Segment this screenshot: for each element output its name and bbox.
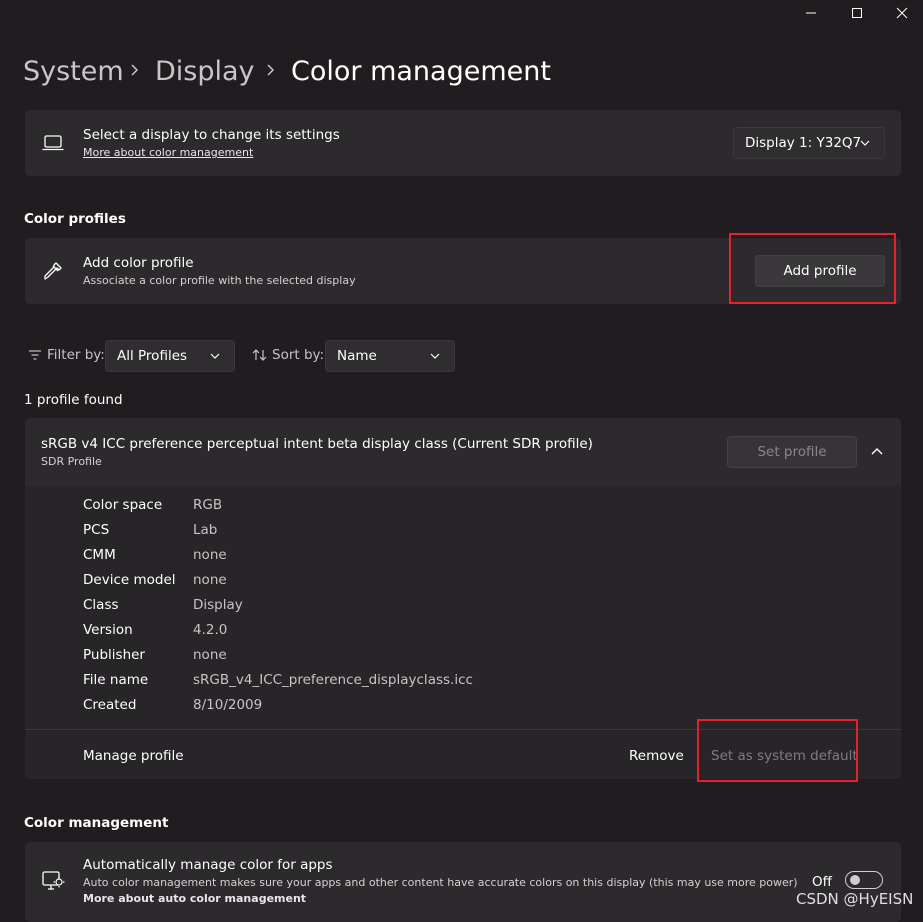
property-label: Created xyxy=(83,697,137,713)
chevron-down-icon xyxy=(430,353,440,359)
close-icon xyxy=(896,7,908,19)
monitor-color-icon xyxy=(42,871,65,890)
property-label: Class xyxy=(83,597,119,613)
eyedropper-icon xyxy=(44,262,62,280)
property-label: Device model xyxy=(83,572,176,588)
property-value: RGB xyxy=(193,497,223,513)
remove-button[interactable]: Remove xyxy=(629,748,684,764)
sort-icon xyxy=(252,349,267,361)
property-label: PCS xyxy=(83,522,110,538)
display-select-title: Select a display to change its settings xyxy=(83,127,340,143)
breadcrumb-display[interactable]: Display xyxy=(155,52,255,92)
filter-label: Filter by: xyxy=(47,347,105,363)
sort-label: Sort by: xyxy=(272,347,325,363)
add-color-profile-subtitle: Associate a color profile with the selec… xyxy=(83,274,356,287)
minimize-icon xyxy=(806,12,816,14)
property-label: Version xyxy=(83,622,133,638)
display-dropdown-value: Display 1: Y32Q7 xyxy=(745,135,862,151)
property-value: none xyxy=(193,547,227,563)
toggle-state-label: Off xyxy=(812,874,832,890)
maximize-button[interactable] xyxy=(834,0,880,26)
chevron-right-icon xyxy=(267,64,275,76)
property-label: CMM xyxy=(83,547,116,563)
color-management-link[interactable]: More about color management xyxy=(83,146,253,159)
profile-count: 1 profile found xyxy=(24,392,123,408)
chevron-down-icon xyxy=(210,353,220,359)
property-value: 8/10/2009 xyxy=(193,697,263,713)
highlight-box xyxy=(697,719,858,782)
property-value: none xyxy=(193,647,227,663)
filter-icon xyxy=(29,350,41,360)
auto-color-toggle[interactable] xyxy=(845,871,883,889)
display-select-card: Select a display to change its settings … xyxy=(25,110,901,176)
manage-profile-label: Manage profile xyxy=(83,748,184,764)
chevron-up-icon[interactable] xyxy=(871,447,883,456)
minimize-button[interactable] xyxy=(788,0,834,26)
profile-name: sRGB v4 ICC preference perceptual intent… xyxy=(41,436,593,452)
property-label: Publisher xyxy=(83,647,145,663)
profile-type: SDR Profile xyxy=(41,455,102,468)
watermark: CSDN @HyEISN xyxy=(796,890,914,908)
property-value: 4.2.0 xyxy=(193,622,228,638)
auto-color-card: Automatically manage color for apps Auto… xyxy=(25,842,901,922)
chevron-down-icon xyxy=(860,140,870,146)
laptop-icon xyxy=(42,135,64,151)
display-dropdown[interactable]: Display 1: Y32Q7 xyxy=(733,127,885,159)
property-value: Lab xyxy=(193,522,218,538)
profile-header[interactable]: sRGB v4 ICC preference perceptual intent… xyxy=(25,418,901,486)
settings-window: { "window_controls": { "minimize_icon": … xyxy=(0,0,923,922)
add-color-profile-title: Add color profile xyxy=(83,255,194,271)
filter-dropdown-value: All Profiles xyxy=(117,348,188,364)
color-profiles-heading: Color profiles xyxy=(24,211,126,227)
sort-dropdown[interactable]: Name xyxy=(325,340,455,372)
close-button[interactable] xyxy=(879,0,923,26)
highlight-box xyxy=(729,233,896,304)
page-title: Color management xyxy=(291,56,551,87)
auto-color-link[interactable]: More about auto color management xyxy=(83,892,306,905)
sort-dropdown-value: Name xyxy=(337,348,377,364)
auto-color-description: Auto color management makes sure your ap… xyxy=(83,876,798,889)
set-profile-button[interactable]: Set profile xyxy=(727,436,857,468)
color-management-heading: Color management xyxy=(24,815,169,831)
property-label: Color space xyxy=(83,497,163,513)
breadcrumb-system[interactable]: System xyxy=(23,52,124,92)
filter-dropdown[interactable]: All Profiles xyxy=(105,340,235,372)
chevron-right-icon xyxy=(131,64,139,76)
auto-color-title: Automatically manage color for apps xyxy=(83,857,333,873)
property-label: File name xyxy=(83,672,149,688)
property-value: none xyxy=(193,572,227,588)
toggle-knob xyxy=(850,875,860,885)
maximize-icon xyxy=(852,8,862,18)
property-value: sRGB_v4_ICC_preference_displayclass.icc xyxy=(193,672,473,688)
property-value: Display xyxy=(193,597,243,613)
